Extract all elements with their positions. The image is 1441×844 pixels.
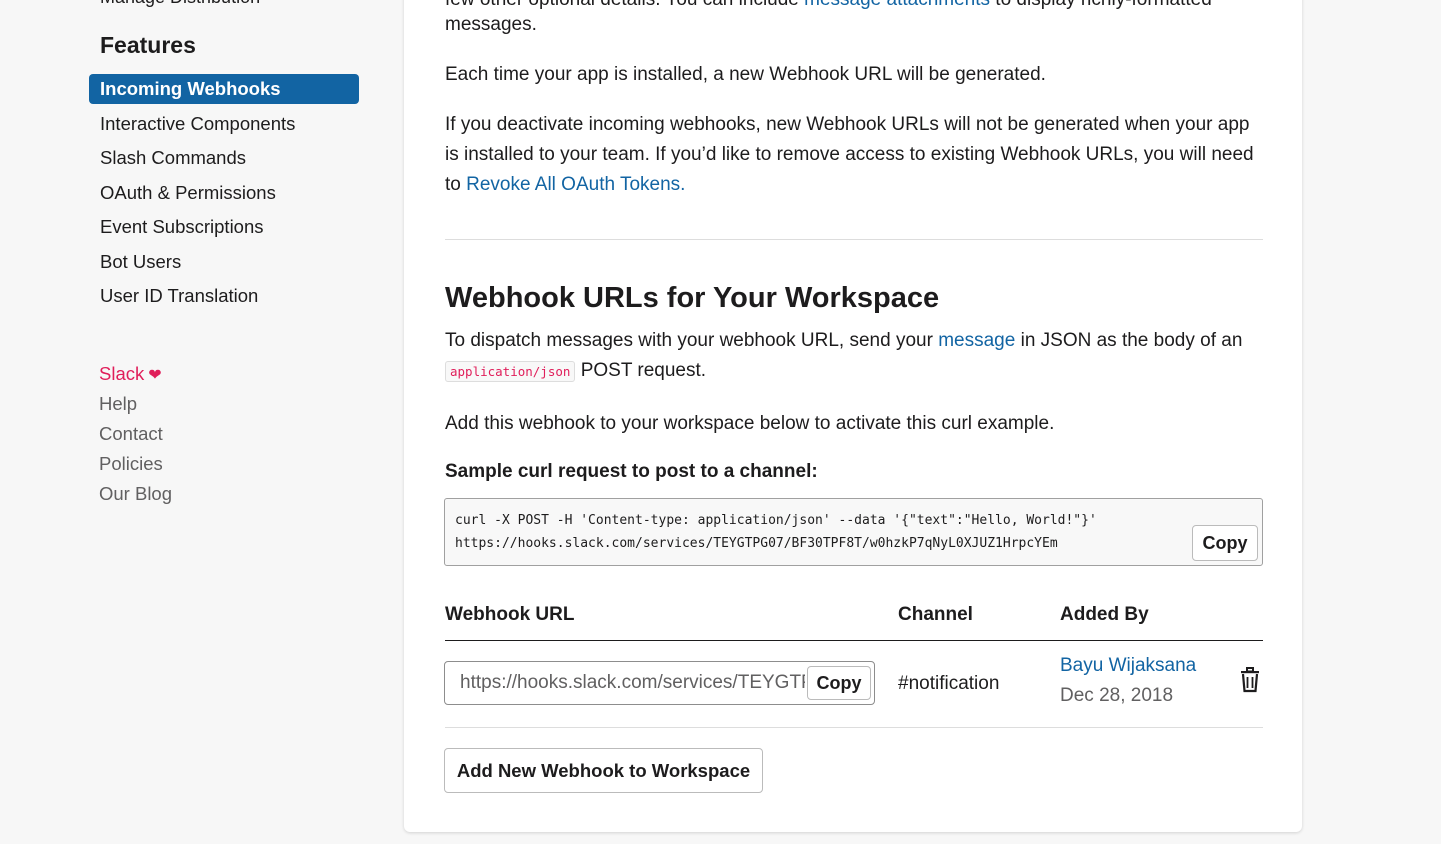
features-heading: Features [100,32,196,58]
sidebar-item-slash-commands[interactable]: Slash Commands [89,143,359,173]
dispatch-suffix: POST request. [575,360,707,381]
sidebar-item-oauth-permissions[interactable]: OAuth & Permissions [89,178,359,208]
curl-line-2: https://hooks.slack.com/services/TEYGTPG… [455,536,1058,551]
trash-icon[interactable] [1238,667,1262,693]
sample-curl-label: Sample curl request to post to a channel… [445,461,818,482]
column-header-webhook-url: Webhook URL [445,604,575,625]
webhook-url-field[interactable]: https://hooks.slack.com/services/TEYGTPG… [444,661,875,705]
dispatch-paragraph: To dispatch messages with your webhook U… [445,326,1263,387]
table-header-rule [445,640,1263,641]
intro-end-text: messages. [445,14,537,35]
blog-link[interactable]: Our Blog [99,479,172,509]
slack-link[interactable]: Slack ❤ [99,359,172,389]
column-header-channel: Channel [898,604,973,625]
sidebar: Manage Distribution Features Incoming We… [0,0,400,844]
sidebar-item-manage-distribution[interactable]: Manage Distribution [100,0,260,8]
sidebar-footer: Slack ❤ Help Contact Policies Our Blog [99,359,172,509]
help-link[interactable]: Help [99,389,172,419]
features-nav: Incoming Webhooks Interactive Components… [89,74,359,316]
intro-cut-suffix: to display richly-formatted [990,0,1211,10]
sidebar-item-bot-users[interactable]: Bot Users [89,247,359,277]
section-title: Webhook URLs for Your Workspace [445,282,940,314]
slack-label: Slack [99,363,145,384]
column-header-added-by: Added By [1060,604,1149,625]
deactivate-paragraph: If you deactivate incoming webhooks, new… [445,110,1263,200]
sidebar-item-event-subscriptions[interactable]: Event Subscriptions [89,212,359,242]
dispatch-middle: in JSON as the body of an [1015,330,1243,351]
dispatch-prefix: To dispatch messages with your webhook U… [445,330,939,351]
webhook-url-value[interactable]: https://hooks.slack.com/services/TEYGTPG… [460,662,805,704]
revoke-tokens-link[interactable]: Revoke All OAuth Tokens. [466,174,685,195]
contact-link[interactable]: Contact [99,419,172,449]
copy-curl-button[interactable]: Copy [1192,525,1258,561]
table-row-rule [445,727,1263,728]
message-link[interactable]: message [938,330,1015,351]
sidebar-item-incoming-webhooks[interactable]: Incoming Webhooks [89,74,359,104]
curl-code-block: curl -X POST -H 'Content-type: applicati… [444,498,1263,566]
installed-paragraph: Each time your app is installed, a new W… [445,64,1046,85]
sidebar-item-user-id-translation[interactable]: User ID Translation [89,281,359,311]
add-new-webhook-button[interactable]: Add New Webhook to Workspace [444,748,763,793]
section-divider [445,239,1263,240]
curl-line-1: curl -X POST -H 'Content-type: applicati… [455,513,1097,528]
intro-cut-prefix: few other optional details. You can incl… [445,0,804,10]
message-attachments-link[interactable]: message attachments [804,0,990,10]
copy-webhook-url-button[interactable]: Copy [807,666,871,700]
channel-name: #notification [898,673,1000,694]
content-type-code: application/json [445,361,576,382]
sidebar-item-interactive-components[interactable]: Interactive Components [89,109,359,139]
policies-link[interactable]: Policies [99,449,172,479]
add-hint-paragraph: Add this webhook to your workspace below… [445,413,1055,434]
heart-icon: ❤ [148,367,162,384]
added-date: Dec 28, 2018 [1060,685,1174,706]
added-by-user-link[interactable]: Bayu Wijaksana [1060,655,1196,677]
